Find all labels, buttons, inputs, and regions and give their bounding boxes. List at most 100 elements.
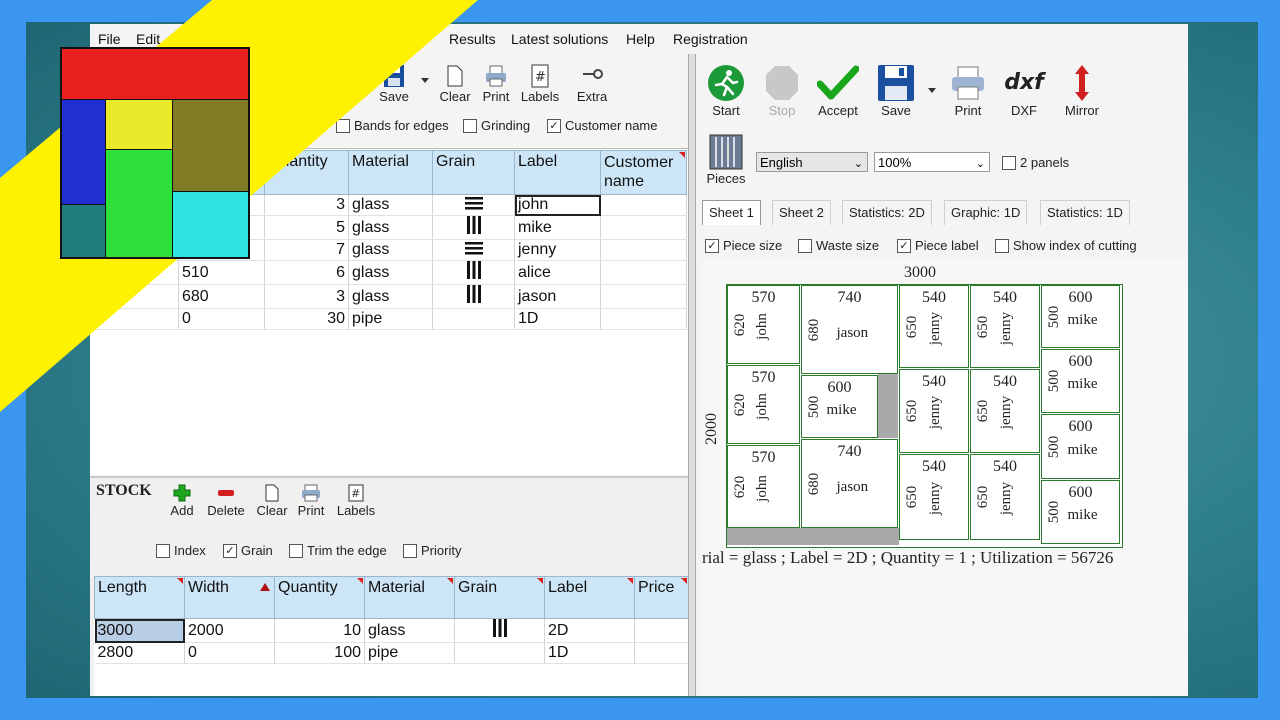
add-button[interactable]: Add [166, 484, 198, 518]
piece-height-label: 680 [806, 472, 822, 495]
blank-page-icon [265, 484, 279, 502]
mirror-button[interactable]: Mirror [1060, 64, 1104, 118]
running-man-icon [708, 65, 744, 101]
svg-text:#: # [351, 487, 360, 500]
piece-height-label: 680 [806, 318, 822, 341]
stock-col-material[interactable]: Material [364, 576, 455, 619]
piece-height-label: 500 [1046, 435, 1062, 458]
stock-col-length[interactable]: Length [94, 576, 185, 619]
piece-label: mike [1067, 441, 1098, 458]
tab-sheet-2[interactable]: Sheet 2 [772, 200, 831, 225]
piece-width-label: 740 [837, 443, 862, 460]
cut-piece-john: 570 620 john [727, 365, 800, 444]
menu-latest-solutions[interactable]: Latest solutions [511, 31, 608, 47]
plus-icon [173, 484, 191, 502]
waste-size-checkbox[interactable]: Waste size [798, 238, 879, 253]
piece-height-label: 650 [904, 315, 920, 338]
tab-statistics-2d[interactable]: Statistics: 2D [842, 200, 932, 225]
dxf-button[interactable]: dxf DXF [1002, 64, 1046, 118]
piece-label-checkbox[interactable]: ✓ Piece label [897, 238, 979, 253]
piece-height-label: 620 [732, 313, 748, 336]
piece-height-label: 620 [732, 393, 748, 416]
piece-width-label: 600 [1068, 289, 1093, 306]
table-row[interactable]: 2800 0 100 pipe 1D [94, 642, 689, 664]
logo-green-block [106, 150, 172, 257]
piece-width-label: 600 [1068, 353, 1093, 370]
stock-col-width[interactable]: Width [184, 576, 275, 619]
stock-labels-button[interactable]: # Labels [334, 484, 378, 518]
extra-button[interactable]: Extra [572, 64, 612, 104]
piece-width-label: 540 [922, 373, 946, 390]
vertical-arrows-icon [1075, 65, 1089, 101]
priority-checkbox[interactable]: Priority [403, 543, 461, 558]
delete-button[interactable]: Delete [204, 484, 248, 518]
menu-registration[interactable]: Registration [673, 31, 748, 47]
piece-label: jenny [927, 311, 944, 345]
logo-blue-block [62, 100, 105, 204]
logo-olive-block [173, 100, 248, 191]
language-select[interactable]: English ⌄ [756, 152, 868, 172]
col-header-customer-name[interactable]: Customer name [600, 150, 687, 195]
piece-width-label: 600 [1068, 418, 1093, 435]
labels-button[interactable]: # Labels [518, 64, 562, 104]
show-index-of-cutting-checkbox[interactable]: Show index of cutting [995, 238, 1137, 253]
piece-width-label: 570 [751, 289, 776, 306]
cut-piece-jenny: 540 650 jenny [899, 369, 969, 453]
cut-piece-john: 570 620 john [727, 285, 800, 364]
piece-label: jason [836, 478, 869, 495]
panel-splitter[interactable] [688, 54, 696, 696]
piece-width-label: 540 [993, 458, 1017, 475]
piece-label: jason [836, 324, 869, 341]
stock-print-button[interactable]: Print [294, 484, 328, 518]
customer-name-checkbox[interactable]: ✓ Customer name [547, 118, 657, 133]
cut-piece-mike: 600 500 mike [1041, 349, 1120, 413]
two-panels-checkbox[interactable]: 2 panels [1002, 155, 1069, 170]
stock-col-price[interactable]: Price [634, 576, 689, 619]
tab-graphic-1d[interactable]: Graphic: 1D [944, 200, 1028, 225]
cut-piece-jenny: 540 650 jenny [970, 369, 1040, 453]
piece-label: john [753, 392, 770, 420]
menu-help[interactable]: Help [626, 31, 655, 47]
piece-height-label: 650 [975, 315, 991, 338]
stock-clear-button[interactable]: Clear [254, 484, 290, 518]
stock-col-quantity[interactable]: Quantity [274, 576, 365, 619]
stock-grain-checkbox[interactable]: ✓ Grain [223, 543, 273, 558]
checkmark-icon [817, 65, 859, 100]
print-button[interactable]: Print [478, 64, 514, 104]
piece-width-label: 570 [751, 449, 776, 466]
start-button[interactable]: Start [704, 64, 748, 118]
piece-label: jenny [998, 311, 1015, 345]
trim-the-edge-checkbox[interactable]: Trim the edge [289, 543, 387, 558]
pieces-button[interactable]: Pieces [704, 134, 748, 186]
piece-label: john [753, 474, 770, 502]
accept-button[interactable]: Accept [814, 64, 862, 118]
zoom-select[interactable]: 100% ⌄ [874, 152, 990, 172]
table-row[interactable]: 3000 2000 10 glass 2D [94, 618, 689, 643]
grain-vertical-icon[interactable] [454, 618, 545, 643]
right-save-button[interactable]: Save [874, 64, 918, 118]
logo-red-block [62, 49, 248, 99]
cutting-logo [60, 47, 250, 259]
tab-sheet-1[interactable]: Sheet 1 [702, 200, 761, 225]
right-save-dropdown-arrow[interactable] [928, 88, 936, 93]
col-header-label[interactable]: Label [514, 150, 601, 195]
piece-size-checkbox[interactable]: ✓ Piece size [705, 238, 782, 253]
stock-table: Length Width Quantity Material Grain Lab… [94, 576, 689, 664]
key-icon [583, 69, 603, 79]
cut-piece-john: 570 620 john [727, 445, 800, 528]
logo-teal-block [62, 205, 105, 257]
tab-statistics-1d[interactable]: Statistics: 1D [1040, 200, 1130, 225]
stop-button[interactable]: Stop [760, 64, 804, 118]
piece-height-label: 650 [904, 399, 920, 423]
piece-height-label: 500 [1046, 500, 1062, 524]
cut-piece-jason: 740 680 jason [801, 439, 898, 528]
index-checkbox[interactable]: Index [156, 543, 206, 558]
cut-piece-jenny: 540 650 jenny [970, 454, 1040, 540]
cut-piece-jason: 740 680 jason [801, 285, 898, 374]
stock-col-label[interactable]: Label [544, 576, 635, 619]
sheet-width-label: 3000 [904, 264, 936, 281]
right-print-button[interactable]: Print [948, 64, 988, 118]
dxf-icon: dxf [1004, 70, 1044, 95]
stock-col-grain[interactable]: Grain [454, 576, 545, 619]
cut-piece-jenny: 540 650 jenny [970, 285, 1040, 368]
